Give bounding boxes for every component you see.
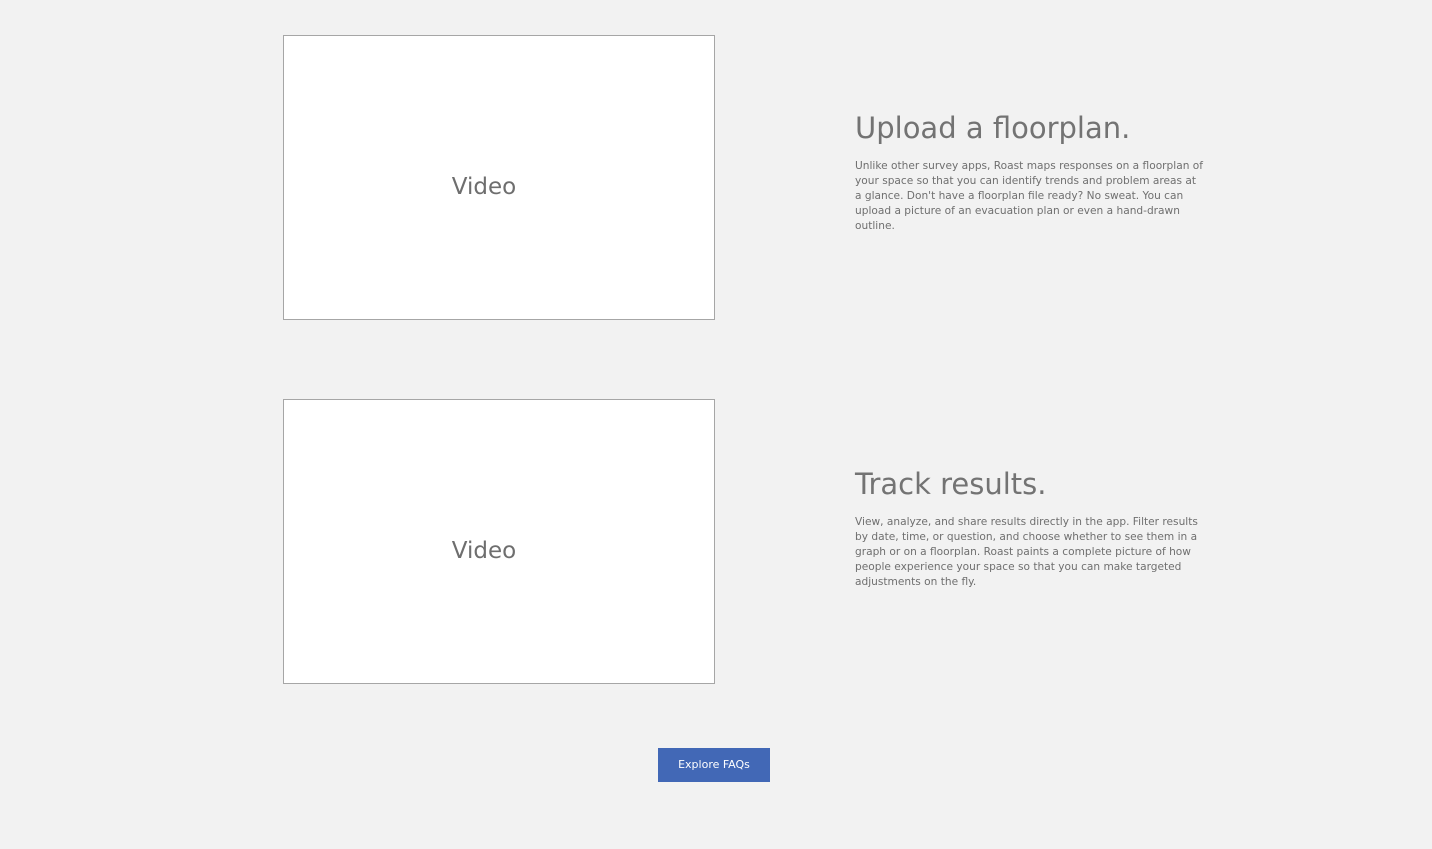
video-label: Video — [451, 174, 517, 200]
video-placeholder-results[interactable]: Video — [283, 399, 715, 684]
explore-faqs-button[interactable]: Explore FAQs — [658, 748, 770, 782]
video-placeholder-floorplan[interactable]: Video — [283, 35, 715, 320]
feature-description: Unlike other survey apps, Roast maps res… — [855, 160, 1203, 232]
feature-upload-floorplan: Upload a floorplan. Unlike other survey … — [855, 108, 1205, 234]
feature-title: Upload a floorplan. — [855, 111, 1131, 145]
feature-title: Track results. — [855, 467, 1047, 501]
feature-description: View, analyze, and share results directl… — [855, 516, 1198, 588]
video-label: Video — [451, 538, 517, 564]
feature-track-results: Track results. View, analyze, and share … — [855, 464, 1205, 590]
